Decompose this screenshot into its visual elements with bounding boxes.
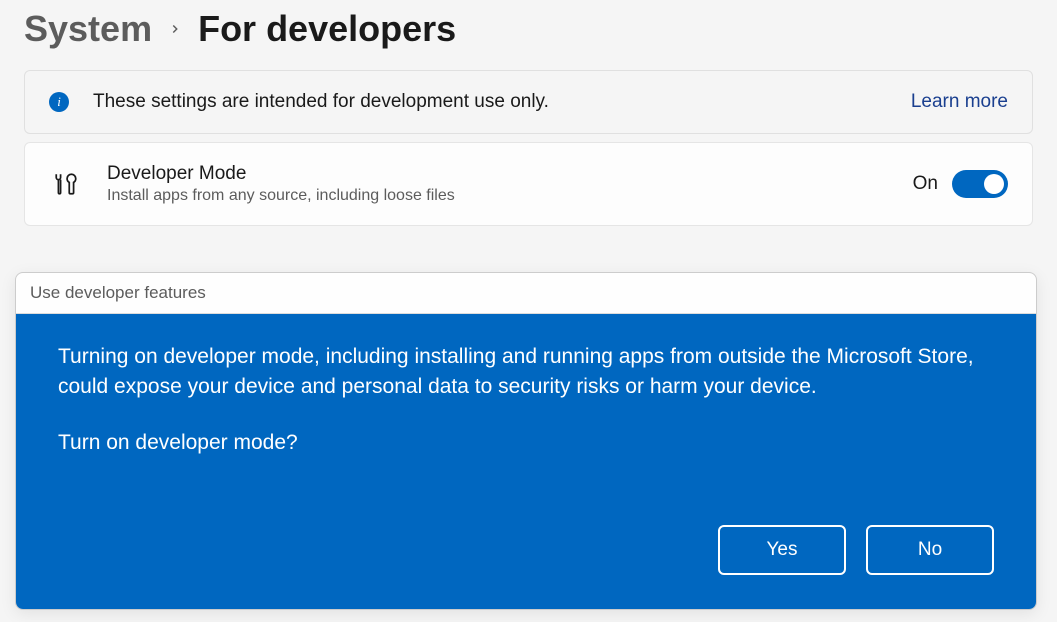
- toggle-wrap: On: [913, 170, 1008, 198]
- dialog-title: Use developer features: [16, 273, 1036, 314]
- dialog-question: Turn on developer mode?: [58, 431, 994, 455]
- toggle-state-label: On: [913, 173, 938, 195]
- info-banner: i These settings are intended for develo…: [24, 70, 1033, 134]
- developer-mode-toggle[interactable]: [952, 170, 1008, 198]
- info-icon: i: [49, 92, 69, 112]
- breadcrumb: System For developers: [24, 0, 1033, 70]
- developer-mode-setting[interactable]: Developer Mode Install apps from any sou…: [24, 142, 1033, 226]
- no-button[interactable]: No: [866, 525, 994, 575]
- yes-button[interactable]: Yes: [718, 525, 846, 575]
- dialog-message: Turning on developer mode, including ins…: [58, 342, 994, 403]
- learn-more-link[interactable]: Learn more: [911, 91, 1008, 113]
- dialog-body: Turning on developer mode, including ins…: [16, 314, 1036, 609]
- info-banner-text: These settings are intended for developm…: [93, 91, 911, 113]
- confirmation-dialog: Use developer features Turning on develo…: [15, 272, 1037, 610]
- breadcrumb-parent[interactable]: System: [24, 8, 152, 50]
- developer-tools-icon: [53, 171, 79, 197]
- page-title: For developers: [198, 8, 456, 50]
- chevron-right-icon: [168, 15, 182, 43]
- setting-text: Developer Mode Install apps from any sou…: [107, 163, 913, 205]
- developer-mode-title: Developer Mode: [107, 163, 913, 185]
- dialog-buttons: Yes No: [58, 525, 994, 575]
- developer-mode-description: Install apps from any source, including …: [107, 187, 913, 205]
